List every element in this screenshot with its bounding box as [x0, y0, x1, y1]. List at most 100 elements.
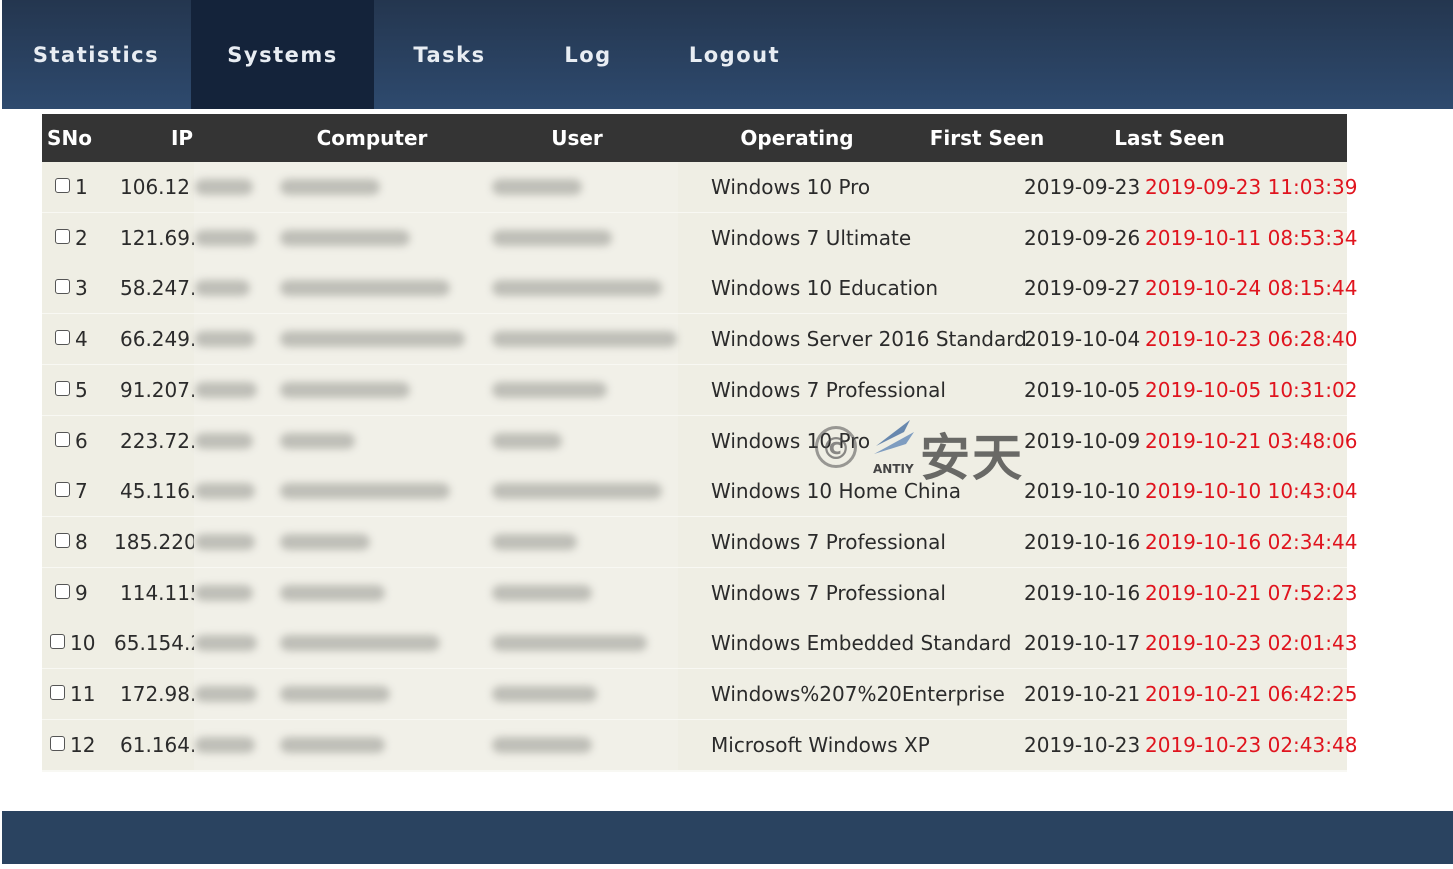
row-sno: 1: [75, 175, 88, 199]
table-row[interactable]: 8 185.220. Windows 7 Professional 2019-10-1…: [42, 516, 1357, 569]
footer-bar: [2, 811, 1453, 864]
nav-statistics[interactable]: Statistics: [2, 0, 190, 109]
row-checkbox[interactable]: [55, 279, 70, 295]
row-ip: 106.12: [120, 175, 190, 199]
row-ip: 121.69.: [120, 225, 197, 250]
table-body: 1 106.12 Windows 10 Pro 2019-09-23 2019-09-2…: [42, 162, 1357, 825]
row-sno: 9: [75, 580, 88, 605]
row-first-seen: 2019-09-26: [1024, 225, 1141, 250]
header-last-seen[interactable]: Last Seen: [1102, 114, 1237, 162]
row-first-seen: 2019-09-23: [1024, 175, 1141, 199]
redacted-area: [194, 516, 678, 567]
redacted-computer: [280, 179, 380, 195]
table-row[interactable]: 5 91.207. Windows 7 Professional 2019-10-05…: [42, 364, 1357, 417]
header-ip[interactable]: IP: [142, 114, 222, 162]
row-last-seen: 2019-09-23 11:03:39: [1145, 175, 1358, 199]
table-row[interactable]: 7 45.116. Windows 10 Home China 2019-10-10 2…: [42, 466, 1357, 519]
redacted-ip: [195, 432, 253, 449]
row-last-seen: 2019-10-21 07:52:23: [1145, 580, 1358, 605]
row-first-seen: 2019-10-10: [1024, 479, 1141, 504]
redacted-ip: [195, 381, 257, 398]
redacted-ip: [195, 584, 253, 601]
redacted-computer: [280, 635, 440, 652]
row-checkbox[interactable]: [55, 228, 70, 244]
redacted-computer: [280, 686, 390, 702]
row-checkbox[interactable]: [50, 685, 65, 700]
row-sno: 10: [70, 631, 96, 656]
row-first-seen: 2019-10-21: [1024, 682, 1141, 706]
row-os: Windows 7 Ultimate: [711, 225, 912, 250]
row-checkbox[interactable]: [55, 380, 70, 396]
redacted-ip: [195, 736, 255, 753]
redacted-computer: [280, 736, 385, 753]
row-os: Windows 10 Pro: [711, 175, 871, 199]
row-first-seen: 2019-10-23: [1024, 732, 1141, 757]
header-first-seen[interactable]: First Seen: [922, 114, 1052, 162]
row-checkbox[interactable]: [55, 330, 70, 346]
nav-log[interactable]: Log: [537, 0, 639, 109]
row-sno: 12: [70, 732, 96, 757]
table-row[interactable]: 9 114.115 Windows 7 Professional 2019-10-16…: [42, 567, 1357, 620]
row-ip: 91.207.: [120, 377, 197, 402]
row-first-seen: 2019-10-16: [1024, 529, 1141, 554]
row-last-seen: 2019-10-24 08:15:44: [1145, 276, 1358, 301]
header-computer[interactable]: Computer: [302, 114, 442, 162]
row-os: Windows%207%20Enterprise: [711, 682, 1005, 706]
row-checkbox[interactable]: [55, 431, 70, 447]
redacted-ip: [195, 280, 250, 297]
redacted-area: [194, 719, 678, 770]
row-last-seen: 2019-10-16 02:34:44: [1145, 529, 1358, 554]
row-os: Windows 7 Professional: [711, 580, 946, 605]
row-checkbox[interactable]: [50, 634, 65, 650]
redacted-user: [492, 584, 592, 601]
redacted-computer: [280, 432, 355, 449]
row-first-seen: 2019-10-16: [1024, 580, 1141, 605]
row-last-seen: 2019-10-23 02:01:43: [1145, 631, 1358, 656]
redacted-user: [492, 229, 612, 246]
row-sno: 7: [75, 479, 88, 504]
row-checkbox[interactable]: [55, 482, 70, 498]
row-os: Microsoft Windows XP: [711, 732, 930, 757]
redacted-ip: [195, 179, 253, 195]
table-row[interactable]: 2 121.69. Windows 7 Ultimate 2019-09-26 2019…: [42, 212, 1357, 265]
redacted-ip: [195, 533, 255, 550]
row-first-seen: 2019-09-27: [1024, 276, 1141, 301]
redacted-user: [492, 635, 647, 652]
redacted-ip: [195, 483, 255, 500]
row-ip: 185.220.: [114, 529, 204, 554]
table-row[interactable]: 4 66.249. Windows Server 2016 Standard 2019…: [42, 314, 1357, 367]
row-first-seen: 2019-10-17: [1024, 631, 1141, 656]
row-ip: 61.164.: [120, 732, 197, 757]
row-last-seen: 2019-10-23 02:43:48: [1145, 732, 1358, 757]
redacted-computer: [280, 280, 450, 297]
table-row[interactable]: 10 65.154.2 Windows Embedded Standard 2019-…: [42, 618, 1357, 671]
row-checkbox[interactable]: [55, 583, 70, 599]
table-row[interactable]: 12 61.164. Microsoft Windows XP 2019-10-23 2…: [42, 719, 1357, 772]
row-ip: 114.115: [120, 580, 203, 605]
table-row[interactable]: 3 58.247. Windows 10 Education 2019-09-27 20…: [42, 263, 1357, 316]
table-row[interactable]: 1 106.12 Windows 10 Pro 2019-09-23 2019-09-2…: [42, 162, 1357, 214]
row-os: Windows 10 Home China: [711, 479, 961, 504]
row-checkbox[interactable]: [55, 532, 70, 548]
nav-systems[interactable]: Systems: [191, 0, 374, 109]
header-operating-system[interactable]: Operating system: [697, 114, 897, 198]
header-user[interactable]: User: [522, 114, 632, 162]
nav-logout[interactable]: Logout: [672, 0, 797, 109]
redacted-computer: [280, 584, 385, 601]
row-checkbox[interactable]: [50, 735, 65, 751]
table-header: SNo IP Computer User Operating system Fi…: [42, 114, 1347, 198]
row-last-seen: 2019-10-21 06:42:25: [1145, 682, 1358, 706]
row-checkbox[interactable]: [55, 178, 70, 193]
nav-tasks[interactable]: Tasks: [392, 0, 507, 109]
redacted-computer: [280, 533, 370, 550]
row-os: Windows 10 Education: [711, 276, 939, 301]
table-row[interactable]: 11 172.98. Windows%207%20Enterprise 2019-10…: [42, 669, 1357, 721]
row-ip: 172.98.: [120, 682, 197, 706]
redacted-computer: [280, 331, 465, 348]
redacted-computer: [280, 229, 410, 246]
header-sno[interactable]: SNo: [42, 114, 97, 162]
top-navbar: Statistics Systems Tasks Log Logout: [2, 0, 1453, 109]
row-first-seen: 2019-10-05: [1024, 377, 1141, 402]
redacted-user: [492, 381, 607, 398]
table-row[interactable]: 6 223.72. Windows 10 Pro 2019-10-09 2019-10-…: [42, 415, 1357, 468]
